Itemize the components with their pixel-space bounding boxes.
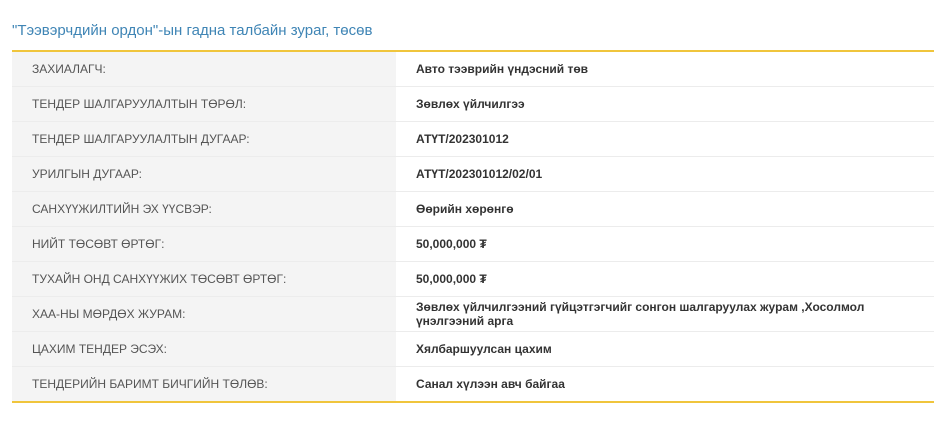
table-row: ЦАХИМ ТЕНДЕР ЭСЭХ: Хялбаршуулсан цахим: [12, 331, 934, 366]
row-label: ТУХАЙН ОНД САНХҮҮЖИХ ТӨСӨВТ ӨРТӨГ:: [12, 262, 396, 296]
row-value: АТҮТ/202301012/02/01: [416, 167, 543, 181]
row-value: АТҮТ/202301012: [416, 132, 509, 146]
page-title: "Тээвэрчдийн ордон"-ын гадна талбайн зур…: [12, 22, 373, 39]
table-row: ХАА-НЫ МӨРДӨХ ЖУРАМ: Зөвлөх үйлчилгээний…: [12, 296, 934, 331]
row-label: ХАА-НЫ МӨРДӨХ ЖУРАМ:: [12, 297, 396, 331]
row-label: ТЕНДЕР ШАЛГАРУУЛАЛТЫН ДУГААР:: [12, 122, 396, 156]
row-value: Санал хүлээн авч байгаа: [416, 377, 565, 391]
row-label: ТЕНДЕР ШАЛГАРУУЛАЛТЫН ТӨРӨЛ:: [12, 87, 396, 121]
row-label: НИЙТ ТӨСӨВТ ӨРТӨГ:: [12, 227, 396, 261]
row-value: 50,000,000 ₮: [416, 237, 487, 251]
row-label: САНХҮҮЖИЛТИЙН ЭХ ҮҮСВЭР:: [12, 192, 396, 226]
row-label: ЗАХИАЛАГЧ:: [12, 52, 396, 86]
row-value: Зөвлөх үйлчилгээний гүйцэтгэгчийг сонгон…: [416, 300, 865, 328]
tender-details-table: ЗАХИАЛАГЧ: Авто тээврийн үндэсний төв ТЕ…: [12, 50, 934, 403]
row-value: 50,000,000 ₮: [416, 272, 487, 286]
table-row: УРИЛГЫН ДУГААР: АТҮТ/202301012/02/01: [12, 156, 934, 191]
table-row: САНХҮҮЖИЛТИЙН ЭХ ҮҮСВЭР: Өөрийн хөрөнгө: [12, 191, 934, 226]
table-row: ТЕНДЕР ШАЛГАРУУЛАЛТЫН ДУГААР: АТҮТ/20230…: [12, 121, 934, 156]
row-value: Зөвлөх үйлчилгээ: [416, 97, 525, 111]
row-label: ЦАХИМ ТЕНДЕР ЭСЭХ:: [12, 332, 396, 366]
table-row: ЗАХИАЛАГЧ: Авто тээврийн үндэсний төв: [12, 52, 934, 86]
row-label: УРИЛГЫН ДУГААР:: [12, 157, 396, 191]
row-value: Хялбаршуулсан цахим: [416, 342, 552, 356]
table-row: ТЕНДЕР ШАЛГАРУУЛАЛТЫН ТӨРӨЛ: Зөвлөх үйлч…: [12, 86, 934, 121]
table-row: НИЙТ ТӨСӨВТ ӨРТӨГ: 50,000,000 ₮: [12, 226, 934, 261]
table-row: ТЕНДЕРИЙН БАРИМТ БИЧГИЙН ТӨЛӨВ: Санал хү…: [12, 366, 934, 401]
row-value: Авто тээврийн үндэсний төв: [416, 62, 589, 76]
row-value: Өөрийн хөрөнгө: [416, 202, 514, 216]
row-label: ТЕНДЕРИЙН БАРИМТ БИЧГИЙН ТӨЛӨВ:: [12, 367, 396, 401]
table-row: ТУХАЙН ОНД САНХҮҮЖИХ ТӨСӨВТ ӨРТӨГ: 50,00…: [12, 261, 934, 296]
